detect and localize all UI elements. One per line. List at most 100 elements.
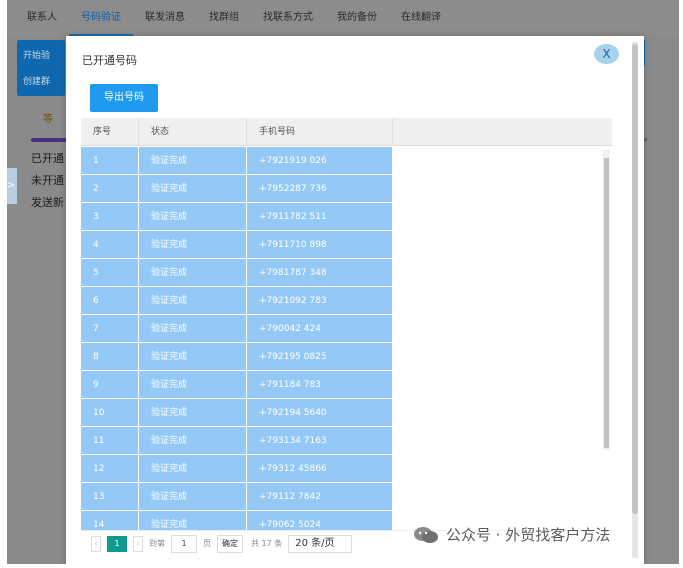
cell-index: 14 — [81, 511, 139, 530]
cell-index: 5 — [81, 259, 139, 287]
background-action-panel: 开始验 创建群 — [17, 40, 65, 96]
table-body: 1 验证完成 +7921919 026 2 验证完成 +7952287 736 3 验证完成 +… — [81, 147, 612, 530]
nav-find-groups[interactable]: 找群组 — [197, 0, 251, 36]
cell-index: 1 — [81, 147, 139, 175]
cell-index: 8 — [81, 343, 139, 371]
page-number-current[interactable]: 1 — [107, 535, 127, 552]
cell-phone: +790042 424 — [247, 315, 393, 343]
close-button[interactable]: X — [594, 44, 619, 64]
cell-phone: +791184 783 — [247, 371, 393, 399]
page-unit-label: 页 — [203, 539, 211, 548]
table-scrollbar[interactable] — [603, 150, 610, 450]
table-row[interactable]: 4 验证完成 +7911710 898 — [81, 231, 612, 259]
cell-blank — [393, 399, 612, 427]
modal-scrollbar[interactable] — [632, 42, 638, 558]
cell-status: 验证完成 — [139, 175, 247, 203]
app-window: 联系人 号码验证 联发消息 找群组 找联系方式 我的备份 在线翻译 开始验 创建… — [7, 0, 679, 564]
table-row[interactable]: 7 验证完成 +790042 424 — [81, 315, 612, 343]
cell-status: 验证完成 — [139, 371, 247, 399]
table-row[interactable]: 5 验证完成 +7981787 348 — [81, 259, 612, 287]
cell-blank — [393, 483, 612, 511]
cell-blank — [393, 203, 612, 231]
header-index[interactable]: 序号 — [81, 118, 139, 146]
cell-index: 6 — [81, 287, 139, 315]
table-row[interactable]: 8 验证完成 +792195 0825 — [81, 343, 612, 371]
cell-status: 验证完成 — [139, 203, 247, 231]
cell-index: 2 — [81, 175, 139, 203]
background-panel-text-2: 创建群 — [23, 77, 51, 87]
cell-blank — [393, 315, 612, 343]
cell-index: 13 — [81, 483, 139, 511]
nav-contacts[interactable]: 联系人 — [15, 0, 69, 36]
nav-online-translate[interactable]: 在线翻译 — [389, 0, 453, 36]
cell-index: 3 — [81, 203, 139, 231]
cell-phone: +79312 45866 — [247, 455, 393, 483]
nav-number-verify[interactable]: 号码验证 — [69, 0, 133, 36]
goto-page-input[interactable]: 1 — [171, 534, 197, 553]
cell-index: 12 — [81, 455, 139, 483]
goto-label: 到第 — [149, 539, 165, 548]
total-count: 共 17 条 — [251, 539, 283, 548]
cell-index: 9 — [81, 371, 139, 399]
header-status[interactable]: 状态 — [139, 118, 247, 146]
cell-status: 验证完成 — [139, 315, 247, 343]
table-row[interactable]: 1 验证完成 +7921919 026 — [81, 147, 612, 175]
table-row[interactable]: 13 验证完成 +79112 7842 — [81, 483, 612, 511]
table-row[interactable]: 10 验证完成 +792194 5640 — [81, 399, 612, 427]
cell-phone: +7981787 348 — [247, 259, 393, 287]
table-scrollbar-thumb[interactable] — [604, 158, 609, 448]
table-row[interactable]: 2 验证完成 +7952287 736 — [81, 175, 612, 203]
header-phone[interactable]: 手机号码 — [247, 118, 393, 146]
cell-blank — [393, 343, 612, 371]
goto-confirm-button[interactable]: 确定 — [217, 534, 243, 553]
cell-phone: +793134 7163 — [247, 427, 393, 455]
cell-status: 验证完成 — [139, 511, 247, 530]
modal-scrollbar-thumb[interactable] — [632, 44, 638, 514]
cell-index: 4 — [81, 231, 139, 259]
cell-blank — [393, 455, 612, 483]
cell-status: 验证完成 — [139, 483, 247, 511]
cell-status: 验证完成 — [139, 427, 247, 455]
cell-index: 10 — [81, 399, 139, 427]
background-button-label: 等 — [43, 114, 53, 125]
wechat-icon — [414, 526, 438, 543]
table-row[interactable]: 3 验证完成 +7911782 511 — [81, 203, 612, 231]
watermark-text: 公众号 · 外贸找客户方法 — [446, 526, 611, 544]
cell-phone: +7911782 511 — [247, 203, 393, 231]
table-row[interactable]: 11 验证完成 +793134 7163 — [81, 427, 612, 455]
cell-blank — [393, 427, 612, 455]
cell-blank — [393, 147, 612, 175]
cell-blank — [393, 259, 612, 287]
verified-numbers-modal: 已开通号码 X 导出号码 序号 状态 手机号码 1 验证完成 +7921919 02… — [66, 36, 644, 564]
cell-phone: +792194 5640 — [247, 399, 393, 427]
export-numbers-button[interactable]: 导出号码 — [90, 84, 158, 112]
numbers-table: 序号 状态 手机号码 1 验证完成 +7921919 026 2 验证完成 +795228… — [81, 118, 612, 530]
table-row[interactable]: 9 验证完成 +791184 783 — [81, 371, 612, 399]
sidebar-collapse-tab[interactable]: > — [7, 168, 17, 204]
background-list-line-3: 发送新 — [31, 196, 64, 209]
cell-blank — [393, 287, 612, 315]
prev-page-button[interactable]: ‹ — [91, 535, 101, 552]
cell-phone: +7952287 736 — [247, 175, 393, 203]
modal-title: 已开通号码 — [82, 54, 137, 67]
nav-find-contact[interactable]: 找联系方式 — [251, 0, 325, 36]
cell-blank — [393, 371, 612, 399]
cell-index: 7 — [81, 315, 139, 343]
header-blank — [393, 118, 612, 146]
cell-phone: +7921919 026 — [247, 147, 393, 175]
table-row[interactable]: 12 验证完成 +79312 45866 — [81, 455, 612, 483]
nav-my-backup[interactable]: 我的备份 — [325, 0, 389, 36]
cell-status: 验证完成 — [139, 399, 247, 427]
background-list-line-2: 未开通 — [31, 174, 64, 187]
cell-index: 11 — [81, 427, 139, 455]
cell-phone: +7911710 898 — [247, 231, 393, 259]
cell-phone: +79112 7842 — [247, 483, 393, 511]
page-size-select[interactable]: 20 条/页 — [288, 534, 353, 553]
background-progress-bar — [31, 138, 67, 142]
next-page-button[interactable]: › — [133, 535, 143, 552]
background-list-line-1: 已开通 — [31, 152, 64, 165]
cell-phone: +792195 0825 — [247, 343, 393, 371]
nav-bulk-message[interactable]: 联发消息 — [133, 0, 197, 36]
table-row[interactable]: 6 验证完成 +7921092 783 — [81, 287, 612, 315]
table-header: 序号 状态 手机号码 — [81, 118, 612, 146]
